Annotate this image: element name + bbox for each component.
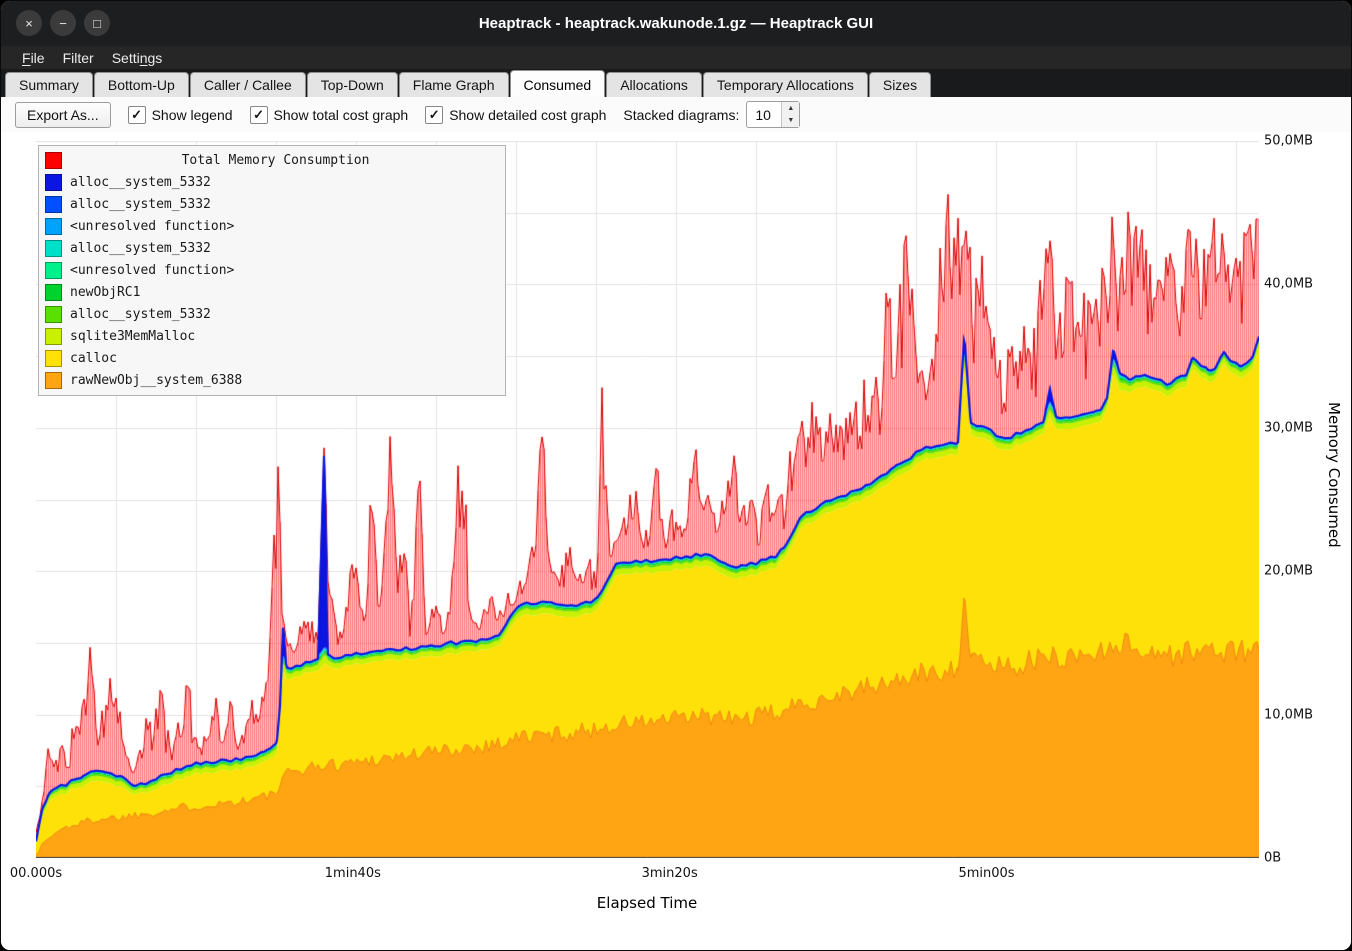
y-tick-label: 10,0MB — [1264, 707, 1313, 722]
tab-top-down[interactable]: Top-Down — [307, 72, 398, 97]
y-tick-label: 30,0MB — [1264, 420, 1313, 435]
legend-row: alloc__system_5332 — [42, 171, 505, 193]
legend-swatch — [45, 328, 62, 345]
y-tick-label: 50,0MB — [1264, 134, 1313, 149]
legend-swatch — [45, 240, 62, 257]
legend-row: calloc — [42, 347, 505, 369]
checkbox-show-detailed-cost-graph[interactable]: ✓ Show detailed cost graph — [425, 106, 606, 124]
legend-swatch — [45, 174, 62, 191]
x-tick-label: 5min00s — [958, 866, 1014, 881]
legend-swatch — [45, 218, 62, 235]
checkbox-box[interactable]: ✓ — [250, 106, 268, 124]
legend-label: <unresolved function> — [70, 219, 234, 234]
tab-sizes[interactable]: Sizes — [869, 72, 931, 97]
minimize-button[interactable]: − — [50, 10, 76, 36]
tab-summary[interactable]: Summary — [5, 72, 93, 97]
legend-swatch — [45, 306, 62, 323]
tab-temporary-allocations[interactable]: Temporary Allocations — [703, 72, 868, 97]
checkbox-label: Show detailed cost graph — [449, 107, 606, 123]
spin-down-button[interactable]: ▼ — [782, 115, 799, 128]
tab-allocations[interactable]: Allocations — [606, 72, 702, 97]
menu-settings[interactable]: Settings — [103, 48, 172, 68]
legend-row: sqlite3MemMalloc — [42, 325, 505, 347]
legend-row: alloc__system_5332 — [42, 237, 505, 259]
stacked-diagrams-value[interactable]: 10 — [747, 107, 781, 123]
tab-flame-graph[interactable]: Flame Graph — [399, 72, 509, 97]
checkbox-label: Show legend — [152, 107, 233, 123]
tab-consumed[interactable]: Consumed — [510, 70, 606, 97]
tab-bottom-up[interactable]: Bottom-Up — [94, 72, 189, 97]
x-tick-label: 3min20s — [642, 866, 698, 881]
legend-row: <unresolved function> — [42, 259, 505, 281]
x-axis-title: Elapsed Time — [597, 894, 697, 912]
legend-label: alloc__system_5332 — [70, 241, 211, 256]
titlebar: ×−□ Heaptrack - heaptrack.wakunode.1.gz … — [1, 1, 1351, 46]
legend-label: newObjRC1 — [70, 285, 140, 300]
checkbox-box[interactable]: ✓ — [425, 106, 443, 124]
checkbox-box[interactable]: ✓ — [128, 106, 146, 124]
checkbox-show-total-cost-graph[interactable]: ✓ Show total cost graph — [250, 106, 409, 124]
legend-label: sqlite3MemMalloc — [70, 329, 195, 344]
menu-bar: FileFilterSettings — [1, 46, 1351, 69]
y-tick-label: 20,0MB — [1264, 564, 1313, 579]
menu-filter[interactable]: Filter — [54, 48, 103, 68]
legend-swatch — [45, 196, 62, 213]
legend-swatch — [45, 152, 62, 169]
legend-title-row: Total Memory Consumption — [42, 149, 505, 171]
legend-swatch — [45, 350, 62, 367]
x-tick-label: 00.000s — [10, 866, 62, 881]
legend-label: calloc — [70, 351, 117, 366]
menu-file[interactable]: File — [13, 48, 54, 68]
legend-label: <unresolved function> — [70, 263, 234, 278]
legend-label: alloc__system_5332 — [70, 307, 211, 322]
y-tick-label: 0B — [1264, 851, 1281, 866]
window-title: Heaptrack - heaptrack.wakunode.1.gz — He… — [479, 15, 873, 32]
toolbar: Export As... ✓ Show legend ✓ Show total cos… — [1, 97, 1351, 132]
x-tick-label: 1min40s — [325, 866, 381, 881]
heaptrack-window: ×−□ Heaptrack - heaptrack.wakunode.1.gz … — [0, 0, 1352, 951]
legend-row: <unresolved function> — [42, 215, 505, 237]
legend-label: rawNewObj__system_6388 — [70, 373, 242, 388]
legend-row: rawNewObj__system_6388 — [42, 369, 505, 391]
spinbox-arrows: ▲ ▼ — [781, 102, 799, 127]
legend-label: alloc__system_5332 — [70, 175, 211, 190]
stacked-diagrams-spinbox[interactable]: 10 ▲ ▼ — [746, 101, 800, 128]
tab-bar: SummaryBottom-UpCaller / CalleeTop-DownF… — [1, 69, 1351, 97]
chart-legend: Total Memory Consumption alloc__system_53… — [38, 145, 506, 396]
legend-label: Total Memory Consumption — [70, 153, 481, 168]
y-tick-label: 40,0MB — [1264, 277, 1313, 292]
legend-row: newObjRC1 — [42, 281, 505, 303]
close-button[interactable]: × — [16, 10, 42, 36]
stacked-diagrams-control: Stacked diagrams: 10 ▲ ▼ — [623, 101, 800, 128]
legend-label: alloc__system_5332 — [70, 197, 211, 212]
chart-region: Total Memory Consumption alloc__system_53… — [1, 132, 1351, 951]
stacked-diagrams-label: Stacked diagrams: — [623, 107, 739, 123]
tab-caller-callee[interactable]: Caller / Callee — [190, 72, 306, 97]
legend-swatch — [45, 284, 62, 301]
checkbox-label: Show total cost graph — [274, 107, 409, 123]
legend-swatch — [45, 372, 62, 389]
export-as-button[interactable]: Export As... — [15, 102, 111, 128]
spin-up-button[interactable]: ▲ — [782, 102, 799, 115]
legend-row: alloc__system_5332 — [42, 193, 505, 215]
window-controls: ×−□ — [16, 10, 110, 36]
maximize-button[interactable]: □ — [84, 10, 110, 36]
checkbox-show-legend[interactable]: ✓ Show legend — [128, 106, 233, 124]
legend-swatch — [45, 262, 62, 279]
y-axis-title: Memory Consumed — [1325, 402, 1343, 548]
legend-row: alloc__system_5332 — [42, 303, 505, 325]
